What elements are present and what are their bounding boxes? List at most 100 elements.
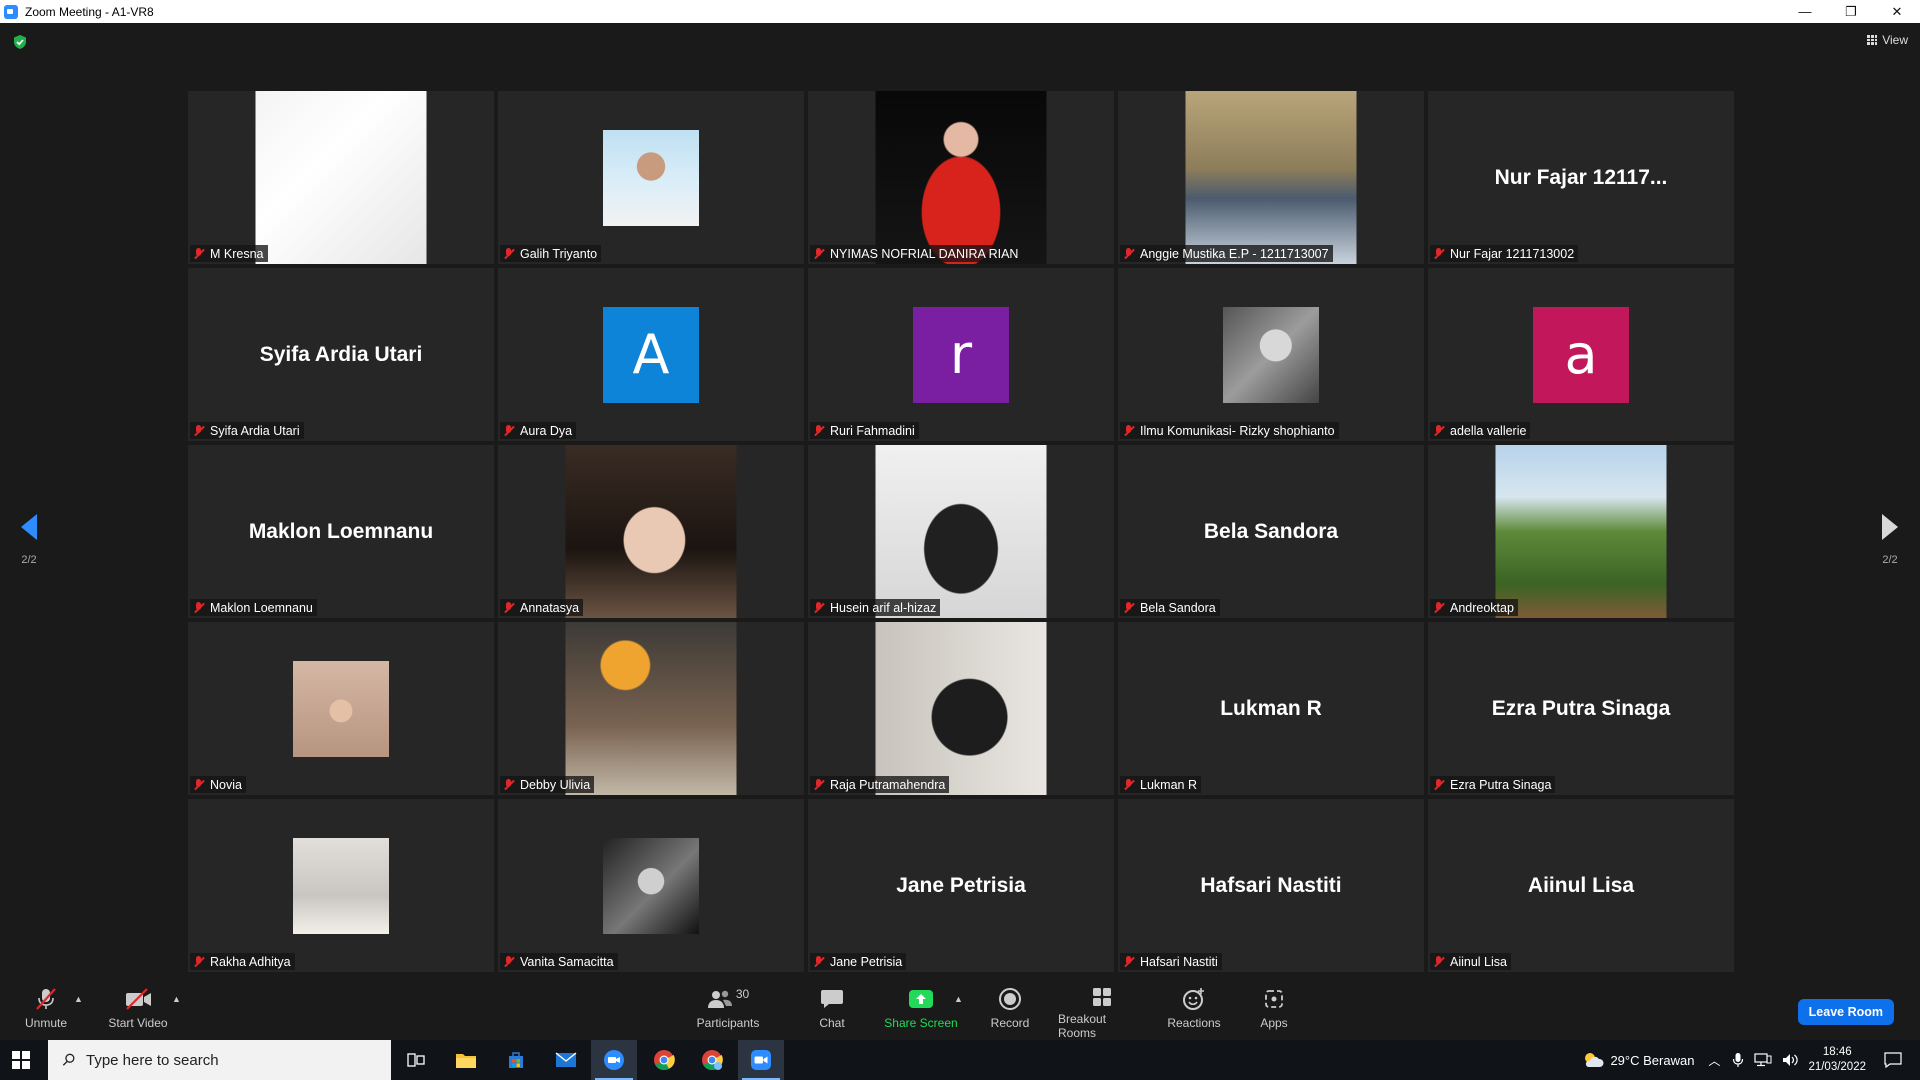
participant-tile[interactable]: Maklon Loemnanu Maklon Loemnanu xyxy=(188,445,494,618)
close-button[interactable]: ✕ xyxy=(1874,0,1920,23)
clock-date: 21/03/2022 xyxy=(1808,1061,1866,1073)
participant-tile[interactable]: Annatasya xyxy=(498,445,804,618)
participant-tile[interactable]: Vanita Samacitta xyxy=(498,799,804,972)
participant-name-label: Anggie Mustika E.P - 1211713007 xyxy=(1120,245,1333,262)
taskbar-clock[interactable]: 18:46 21/03/2022 xyxy=(1808,1045,1866,1075)
notification-icon[interactable] xyxy=(1884,1052,1902,1068)
previous-page-button[interactable]: 2/2 xyxy=(9,513,49,566)
participant-tile[interactable]: Hafsari Nastiti Hafsari Nastiti xyxy=(1118,799,1424,972)
participant-avatar: r xyxy=(913,306,1009,403)
muted-microphone-icon xyxy=(813,955,825,968)
participant-display-name: Maklon Loemnanu xyxy=(248,519,434,543)
muted-microphone-icon xyxy=(1123,424,1135,437)
unmute-button[interactable]: Unmute xyxy=(20,984,72,1040)
audio-options-caret[interactable]: ▲ xyxy=(74,994,83,1004)
zoom-taskbar-icon[interactable] xyxy=(738,1040,784,1080)
participant-name: Ezra Putra Sinaga xyxy=(1450,777,1552,792)
participant-tile[interactable]: Anggie Mustika E.P - 1211713007 xyxy=(1118,91,1424,264)
participant-photo xyxy=(565,445,737,618)
minimize-button[interactable]: — xyxy=(1782,0,1828,23)
participant-name: Andreoktap xyxy=(1450,600,1514,615)
zoom-meetings-taskbar-icon[interactable] xyxy=(591,1040,637,1080)
participant-tile[interactable]: a adella vallerie xyxy=(1428,268,1734,441)
taskbar-search-box[interactable]: Type here to search xyxy=(48,1040,391,1080)
muted-microphone-icon xyxy=(813,247,825,260)
participant-tile[interactable]: Bela Sandora Bela Sandora xyxy=(1118,445,1424,618)
video-options-caret[interactable]: ▲ xyxy=(172,994,181,1004)
participant-tile[interactable]: r Ruri Fahmadini xyxy=(808,268,1114,441)
apps-button[interactable]: Apps xyxy=(1254,984,1294,1040)
share-options-caret[interactable]: ▲ xyxy=(954,994,963,1004)
participant-display-name: Hafsari Nastiti xyxy=(1200,873,1342,897)
participant-name: adella vallerie xyxy=(1450,423,1527,438)
participant-tile[interactable]: Syifa Ardia Utari Syifa Ardia Utari xyxy=(188,268,494,441)
participants-button[interactable]: 30 Participants xyxy=(693,984,763,1040)
shield-icon[interactable] xyxy=(12,34,28,50)
breakout-rooms-button[interactable]: Breakout Rooms xyxy=(1058,984,1146,1040)
record-label: Record xyxy=(990,1016,1030,1030)
next-page-button[interactable]: 2/2 xyxy=(1870,513,1910,566)
windows-start-icon[interactable] xyxy=(12,1051,30,1069)
breakout-rooms-label: Breakout Rooms xyxy=(1058,1012,1107,1040)
mail-icon[interactable] xyxy=(543,1040,589,1080)
weather-text[interactable]: 29°C Berawan xyxy=(1610,1053,1694,1068)
participant-tile[interactable]: NYIMAS NOFRIAL DANIRA RIAN xyxy=(808,91,1114,264)
record-button[interactable]: Record xyxy=(988,984,1032,1040)
participant-tile[interactable]: Husein arif al-hizaz xyxy=(808,445,1114,618)
microphone-muted-icon xyxy=(36,988,56,1010)
share-screen-button[interactable]: Share Screen xyxy=(884,984,958,1040)
participant-photo xyxy=(255,91,427,264)
participants-icon xyxy=(707,990,732,1008)
leave-room-button[interactable]: Leave Room xyxy=(1797,999,1894,1025)
chevron-up-icon[interactable]: ︿ xyxy=(1708,1052,1720,1069)
participant-tile[interactable]: Nur Fajar 12117... Nur Fajar 1211713002 xyxy=(1428,91,1734,264)
participant-name-label: Galih Triyanto xyxy=(500,245,602,262)
view-button[interactable]: View xyxy=(1867,33,1908,47)
participant-tile[interactable]: Andreoktap xyxy=(1428,445,1734,618)
participant-tile[interactable]: Debby Ulivia xyxy=(498,622,804,795)
microsoft-store-icon[interactable] xyxy=(493,1040,539,1080)
start-video-button[interactable]: Start Video xyxy=(104,984,172,1040)
meeting-toolbar: Unmute ▲ Start Video ▲ 30 Participants C… xyxy=(0,984,1920,1040)
network-icon[interactable] xyxy=(1754,1053,1772,1067)
speaker-icon[interactable] xyxy=(1782,1053,1800,1067)
participant-name-label: Syifa Ardia Utari xyxy=(190,422,304,439)
participant-tile[interactable]: Raja Putramahendra xyxy=(808,622,1114,795)
participant-photo xyxy=(875,622,1047,795)
participant-name-label: Aiinul Lisa xyxy=(1430,953,1511,970)
chat-button[interactable]: Chat xyxy=(812,984,852,1040)
participant-name-label: Annatasya xyxy=(500,599,584,616)
participant-tile[interactable]: A Aura Dya xyxy=(498,268,804,441)
participant-tile[interactable]: Jane Petrisia Jane Petrisia xyxy=(808,799,1114,972)
microphone-icon[interactable] xyxy=(1732,1052,1744,1068)
participants-label: Participants xyxy=(696,1016,760,1030)
share-screen-icon xyxy=(909,990,933,1008)
chrome-profile-icon[interactable] xyxy=(689,1040,735,1080)
file-explorer-icon[interactable] xyxy=(443,1040,489,1080)
participant-tile[interactable]: Ezra Putra Sinaga Ezra Putra Sinaga xyxy=(1428,622,1734,795)
participant-name: NYIMAS NOFRIAL DANIRA RIAN xyxy=(830,246,1019,261)
windows-taskbar: Type here to search 29°C Berawan ︿ 18:46… xyxy=(0,1040,1920,1080)
task-view-icon[interactable] xyxy=(393,1040,439,1080)
muted-microphone-icon xyxy=(1433,955,1445,968)
participant-tile[interactable]: Rakha Adhitya xyxy=(188,799,494,972)
chrome-icon[interactable] xyxy=(641,1040,687,1080)
participant-tile[interactable]: M Kresna xyxy=(188,91,494,264)
apps-icon xyxy=(1265,990,1283,1008)
participant-tile[interactable]: Novia xyxy=(188,622,494,795)
participant-name-label: Ruri Fahmadini xyxy=(810,422,919,439)
participant-tile[interactable]: Ilmu Komunikasi- Rizky shophianto xyxy=(1118,268,1424,441)
participant-tile[interactable]: Galih Triyanto xyxy=(498,91,804,264)
participant-photo xyxy=(603,837,699,934)
muted-microphone-icon xyxy=(503,424,515,437)
weather-cloud-sun-icon xyxy=(1585,1053,1604,1067)
participant-name-label: Rakha Adhitya xyxy=(190,953,295,970)
participant-name-label: Vanita Samacitta xyxy=(500,953,618,970)
apps-label: Apps xyxy=(1260,1016,1288,1030)
participant-tile[interactable]: Lukman R Lukman R xyxy=(1118,622,1424,795)
page-indicator-right: 2/2 xyxy=(1882,554,1898,566)
reactions-button[interactable]: Reactions xyxy=(1166,984,1222,1040)
participant-tile[interactable]: Aiinul Lisa Aiinul Lisa xyxy=(1428,799,1734,972)
restore-button[interactable]: ❐ xyxy=(1828,0,1874,23)
muted-microphone-icon xyxy=(1123,955,1135,968)
